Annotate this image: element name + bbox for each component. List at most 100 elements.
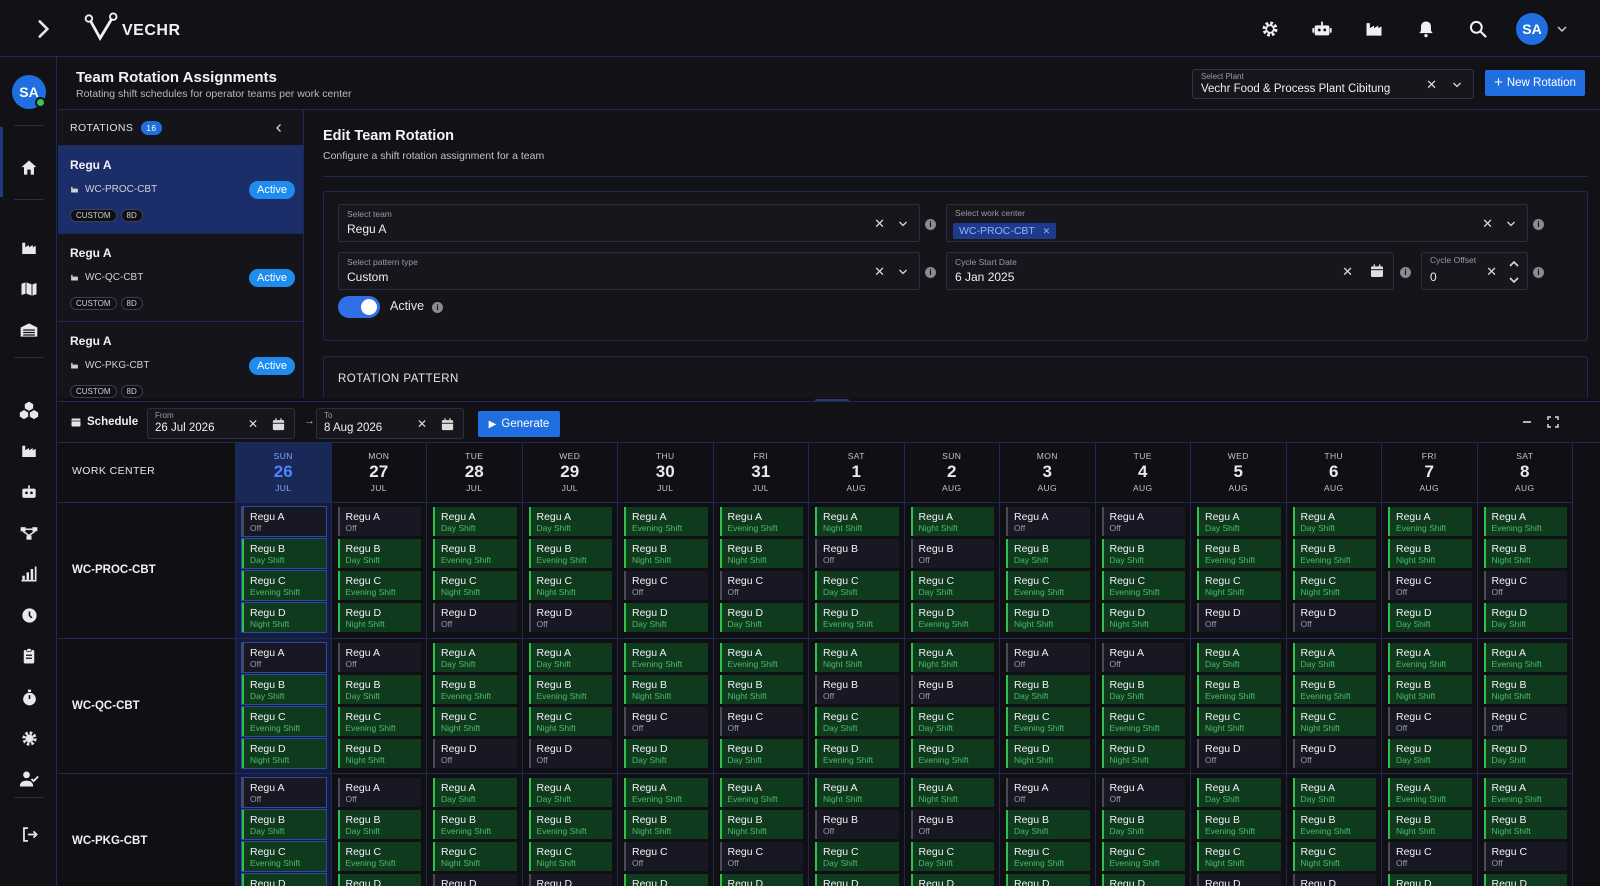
shift-slot[interactable]: Regu DDay Shift xyxy=(1483,874,1567,886)
shift-slot[interactable]: Regu A Night Shift xyxy=(815,642,899,672)
info-icon[interactable]: i xyxy=(925,219,936,230)
shift-slot[interactable]: Regu A Day Shift xyxy=(1197,778,1281,807)
shift-slot[interactable]: Regu C Off xyxy=(624,706,708,736)
shift-slot[interactable]: Regu DDay Shift xyxy=(624,874,708,886)
shift-slot[interactable]: Regu DEvening Shift xyxy=(815,738,899,768)
warehouse-icon[interactable] xyxy=(14,315,44,345)
chevron-left-icon[interactable] xyxy=(273,122,285,134)
shift-slot[interactable]: Regu C Evening Shift xyxy=(1101,571,1185,600)
calendar-icon[interactable] xyxy=(271,417,286,432)
shift-slot[interactable]: Regu DOff xyxy=(1197,738,1281,768)
shift-slot[interactable]: Regu A Off xyxy=(241,506,327,537)
shift-slot[interactable]: Regu C Night Shift xyxy=(1292,842,1376,871)
shift-slot[interactable]: Regu A Day Shift xyxy=(433,778,517,807)
logout-icon[interactable] xyxy=(14,819,44,849)
shift-slot[interactable]: Regu B Evening Shift xyxy=(1292,674,1376,704)
shift-slot[interactable]: Regu A Off xyxy=(241,777,327,808)
shift-slot[interactable]: Regu C Evening Shift xyxy=(241,841,327,872)
shift-slot[interactable]: Regu C Night Shift xyxy=(1197,706,1281,736)
shift-slot[interactable]: Regu A Night Shift xyxy=(910,642,994,672)
shift-slot[interactable]: Regu C Off xyxy=(624,571,708,600)
shift-slot[interactable]: Regu DNight Shift xyxy=(241,873,327,886)
generate-button[interactable]: ▶ Generate xyxy=(478,411,560,437)
shift-slot[interactable]: Regu DNight Shift xyxy=(1101,603,1185,632)
map-icon[interactable] xyxy=(14,274,44,304)
shift-slot[interactable]: Regu B Night Shift xyxy=(1483,539,1567,568)
shift-slot[interactable]: Regu DEvening Shift xyxy=(910,738,994,768)
calendar-icon[interactable] xyxy=(1369,263,1385,279)
shift-slot[interactable]: Regu C Night Shift xyxy=(1292,571,1376,600)
clear-icon[interactable]: ✕ xyxy=(874,264,885,280)
shift-slot[interactable]: Regu B Off xyxy=(815,539,899,568)
chevron-down-icon[interactable] xyxy=(897,218,909,230)
info-icon[interactable]: i xyxy=(925,267,936,278)
work-center-chip[interactable]: WC-PROC-CBT ✕ xyxy=(953,223,1057,239)
shift-slot[interactable]: Regu DOff xyxy=(528,874,612,886)
shift-slot[interactable]: Regu B Day Shift xyxy=(1101,539,1185,568)
shift-slot[interactable]: Regu A Evening Shift xyxy=(1483,642,1567,672)
shift-slot[interactable]: Regu A Off xyxy=(1101,507,1185,536)
shift-slot[interactable]: Regu DOff xyxy=(1197,874,1281,886)
shift-slot[interactable]: Regu DDay Shift xyxy=(1388,603,1472,632)
shift-slot[interactable]: Regu A Evening Shift xyxy=(1388,642,1472,672)
shift-slot[interactable]: Regu B Night Shift xyxy=(1483,810,1567,839)
close-icon[interactable]: ✕ xyxy=(1043,226,1051,236)
rotation-item[interactable]: Regu A WC-PKG-CBT Active CUSTOM 8D xyxy=(58,322,303,398)
shift-slot[interactable]: Regu DOff xyxy=(433,874,517,886)
shift-slot[interactable]: Regu B Off xyxy=(815,810,899,839)
shift-slot[interactable]: Regu A Night Shift xyxy=(910,778,994,807)
shift-slot[interactable]: Regu C Day Shift xyxy=(815,571,899,600)
shift-slot[interactable]: Regu A Off xyxy=(337,507,421,536)
info-icon[interactable]: i xyxy=(432,302,443,313)
shift-slot[interactable]: Regu B Evening Shift xyxy=(528,810,612,839)
info-icon[interactable]: i xyxy=(1400,267,1411,278)
user-check-icon[interactable] xyxy=(14,764,44,794)
shift-slot[interactable]: Regu B Off xyxy=(815,674,899,704)
shift-slot[interactable]: Regu DEvening Shift xyxy=(815,603,899,632)
shift-slot[interactable]: Regu C Night Shift xyxy=(528,706,612,736)
shift-slot[interactable]: Regu DOff xyxy=(528,603,612,632)
shift-slot[interactable]: Regu A Evening Shift xyxy=(1388,507,1472,536)
shift-slot[interactable]: Regu A Off xyxy=(1006,507,1090,536)
robot-icon[interactable] xyxy=(14,477,44,507)
shift-slot[interactable]: Regu C Evening Shift xyxy=(337,706,421,736)
shift-slot[interactable]: Regu B Day Shift xyxy=(1101,810,1185,839)
shift-slot[interactable]: Regu B Evening Shift xyxy=(1197,810,1281,839)
shift-slot[interactable]: Regu C Evening Shift xyxy=(337,842,421,871)
shift-slot[interactable]: Regu B Evening Shift xyxy=(1292,539,1376,568)
shift-slot[interactable]: Regu DNight Shift xyxy=(337,874,421,886)
new-rotation-button[interactable]: + New Rotation xyxy=(1485,70,1585,96)
shift-slot[interactable]: Regu C Off xyxy=(719,706,803,736)
shift-slot[interactable]: Regu B Night Shift xyxy=(1388,539,1472,568)
shift-slot[interactable]: Regu A Day Shift xyxy=(1292,507,1376,536)
shift-slot[interactable]: Regu DDay Shift xyxy=(719,603,803,632)
shift-slot[interactable]: Regu DNight Shift xyxy=(1101,738,1185,768)
shift-slot[interactable]: Regu B Day Shift xyxy=(337,674,421,704)
shift-slot[interactable]: Regu B Day Shift xyxy=(337,539,421,568)
shift-slot[interactable]: Regu B Night Shift xyxy=(1483,674,1567,704)
shift-slot[interactable]: Regu C Off xyxy=(1483,706,1567,736)
user-avatar[interactable]: SA xyxy=(1516,12,1548,45)
shift-slot[interactable]: Regu C Evening Shift xyxy=(1101,842,1185,871)
shift-slot[interactable]: Regu A Evening Shift xyxy=(1388,778,1472,807)
flow-icon[interactable] xyxy=(14,518,44,548)
shift-slot[interactable]: Regu B Off xyxy=(910,810,994,839)
shift-slot[interactable]: Regu C Night Shift xyxy=(433,706,517,736)
clear-icon[interactable]: ✕ xyxy=(874,216,885,232)
shift-slot[interactable]: Regu DOff xyxy=(1292,874,1376,886)
shift-slot[interactable]: Regu A Day Shift xyxy=(1292,778,1376,807)
shift-slot[interactable]: Regu B Evening Shift xyxy=(433,810,517,839)
search-icon[interactable] xyxy=(1452,0,1504,57)
shift-slot[interactable]: Regu DNight Shift xyxy=(241,602,327,633)
rotation-item[interactable]: Regu A WC-QC-CBT Active CUSTOM 8D xyxy=(58,234,303,322)
from-date-field[interactable]: From 26 Jul 2026 ✕ xyxy=(147,408,295,439)
shift-slot[interactable]: Regu C Night Shift xyxy=(433,842,517,871)
factory-icon[interactable] xyxy=(14,233,44,263)
shift-slot[interactable]: Regu C Off xyxy=(1388,842,1472,871)
shift-slot[interactable]: Regu DEvening Shift xyxy=(910,874,994,886)
shift-slot[interactable]: Regu C Off xyxy=(1388,571,1472,600)
shift-slot[interactable]: Regu C Evening Shift xyxy=(1006,571,1090,600)
chevron-down-icon[interactable] xyxy=(1505,218,1517,230)
shift-slot[interactable]: Regu C Off xyxy=(1388,706,1472,736)
shift-slot[interactable]: Regu A Day Shift xyxy=(1197,507,1281,536)
